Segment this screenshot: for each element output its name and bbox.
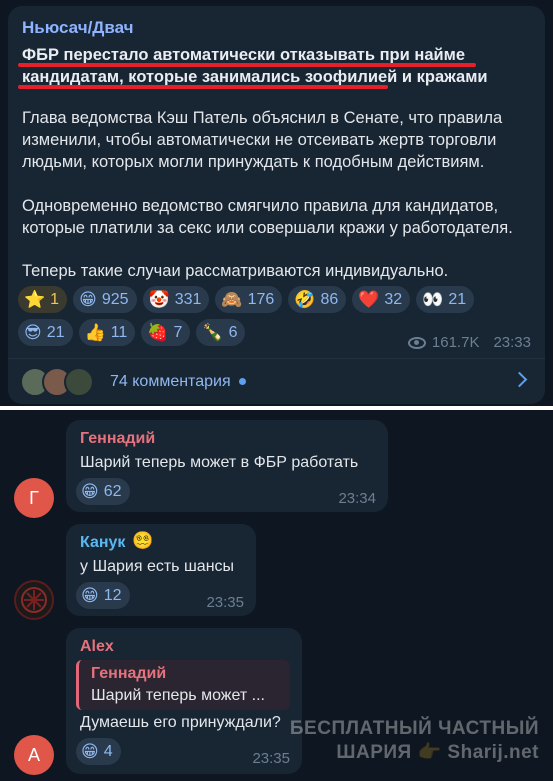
reaction-count: 86 [320, 290, 339, 308]
reaction-count: 32 [384, 290, 403, 308]
comment-reaction[interactable]: 😁 62 [76, 478, 130, 505]
reaction-count: 331 [174, 290, 202, 308]
grin-icon: 😁 [81, 741, 99, 761]
comment-bubble-3: Alex Геннадий Шарий теперь может ... Дум… [66, 628, 302, 774]
reaction-chip[interactable]: 😁 925 [73, 286, 137, 313]
reaction-emoji-icon: ❤️ [358, 289, 380, 309]
reaction-emoji-icon: 🍓 [147, 322, 169, 342]
quote-text: Шарий теперь может ... [91, 687, 265, 704]
reaction-chip[interactable]: 🍾 6 [196, 319, 246, 346]
avatar-letter: Г [29, 487, 39, 508]
reaction-count: 12 [103, 586, 122, 604]
reaction-count: 4 [103, 742, 113, 760]
avatar-alex[interactable]: A [14, 735, 54, 775]
comment-reaction[interactable]: 😁 12 [76, 582, 130, 609]
red-underline-1 [18, 63, 476, 67]
reaction-count: 21 [448, 290, 467, 308]
comments-count-label[interactable]: 74 комментария [110, 373, 231, 391]
post-paragraph-3: Теперь такие случаи рассматриваются инди… [22, 262, 449, 280]
comment-time: 23:34 [338, 490, 376, 507]
watermark-word: ШАРИЯ [336, 742, 412, 763]
channel-post-section: Ньюсач/Двач ФБР перестало автоматически … [0, 0, 553, 404]
grin-icon: 😁 [81, 481, 99, 501]
reaction-emoji-icon: 🍾 [202, 322, 224, 342]
reaction-count: 62 [103, 482, 122, 500]
post-time: 23:33 [493, 334, 531, 351]
reaction-emoji-icon: 😎 [24, 322, 42, 342]
watermark-line-1: БЕСПЛАТНЫЙ ЧАСТНЫЙ [289, 718, 539, 739]
author-badge-icon: 😵‍💫 [132, 531, 154, 550]
avatar [64, 366, 94, 397]
reaction-count: 1 [50, 290, 60, 308]
red-underline-2 [18, 85, 388, 89]
reaction-chip[interactable]: 🤡 331 [142, 286, 210, 313]
comments-button[interactable]: 74 комментария [8, 358, 545, 404]
post-paragraph-2: Одновременно ведомство смягчило правила … [22, 197, 513, 237]
reaction-emoji-icon: 🙈 [221, 289, 243, 309]
reaction-emoji-icon: 👍 [84, 322, 106, 342]
reaction-count: 925 [101, 290, 129, 308]
comment-text: Шарий теперь может в ФБР работать [80, 454, 359, 471]
reaction-count: 6 [228, 323, 238, 341]
emblem-icon [21, 587, 47, 613]
post-meta: 161.7K 23:33 [407, 334, 531, 351]
post-paragraph-1: Глава ведомства Кэш Патель объяснил в Се… [22, 109, 503, 171]
reactions-row-1: ⭐ 1 😁 925 🤡 331 🙈 176 🤣 86 ❤️ 32 👀 21 [18, 286, 538, 313]
comment-author[interactable]: Канук [80, 534, 125, 552]
channel-name[interactable]: Ньюсач/Двач [22, 18, 134, 38]
reaction-chip[interactable]: 🤣 86 [288, 286, 347, 313]
reaction-count: 176 [247, 290, 275, 308]
avatar-gennadiy[interactable]: Г [14, 478, 54, 518]
channel-post: Ньюсач/Двач ФБР перестало автоматически … [8, 6, 545, 404]
reaction-emoji-icon: 🤡 [148, 289, 170, 309]
comment-author[interactable]: Alex [80, 638, 114, 656]
unread-dot [238, 378, 246, 385]
eye-icon [407, 336, 426, 349]
reaction-chip[interactable]: 👀 21 [416, 286, 475, 313]
view-count: 161.7K [431, 334, 480, 351]
reaction-chip[interactable]: 😎 21 [18, 319, 73, 346]
chevron-right-icon[interactable] [511, 371, 528, 388]
reaction-count: 21 [46, 323, 65, 341]
reaction-chip[interactable]: ❤️ 32 [352, 286, 411, 313]
comment-text: у Шария есть шансы [80, 558, 235, 575]
comment-bubble-1: Геннадий Шарий теперь может в ФБР работа… [66, 420, 388, 512]
watermark: БЕСПЛАТНЫЙ ЧАСТНЫЙ ШАРИЯ 👉 Sharij.net [290, 717, 539, 765]
reaction-emoji-icon: ⭐ [24, 289, 46, 309]
comment-text: Думаешь его принуждали? [80, 714, 281, 731]
watermark-line-2: ШАРИЯ 👉 Sharij.net [290, 741, 539, 765]
pointing-hand-icon: 👉 [417, 742, 442, 763]
comment-reaction[interactable]: 😁 4 [76, 738, 121, 765]
reaction-emoji-icon: 🤣 [294, 289, 316, 309]
comment-author[interactable]: Геннадий [80, 430, 155, 448]
avatar-letter: A [27, 744, 40, 765]
grin-icon: 😁 [81, 585, 99, 605]
reaction-chip[interactable]: 👍 11 [78, 319, 136, 346]
reaction-emoji-icon: 😁 [79, 289, 97, 309]
comment-bubble-2: Канук 😵‍💫 у Шария есть шансы 😁 12 23:35 [66, 524, 256, 616]
reaction-chip[interactable]: 🙈 176 [215, 286, 283, 313]
watermark-site: Sharij.net [447, 742, 539, 763]
reaction-count: 11 [110, 323, 128, 341]
reaction-emoji-icon: 👀 [422, 289, 444, 309]
avatar-kanuk[interactable] [14, 580, 54, 620]
comment-time: 23:35 [252, 750, 290, 767]
comment-time: 23:35 [206, 594, 244, 611]
reply-quote[interactable]: Геннадий Шарий теперь может ... [76, 660, 290, 710]
reaction-count: 7 [173, 323, 183, 341]
commenter-avatars [20, 366, 94, 397]
reaction-chip[interactable]: 🍓 7 [141, 319, 191, 346]
quote-author: Геннадий [91, 665, 167, 682]
reaction-chip[interactable]: ⭐ 1 [18, 286, 68, 313]
